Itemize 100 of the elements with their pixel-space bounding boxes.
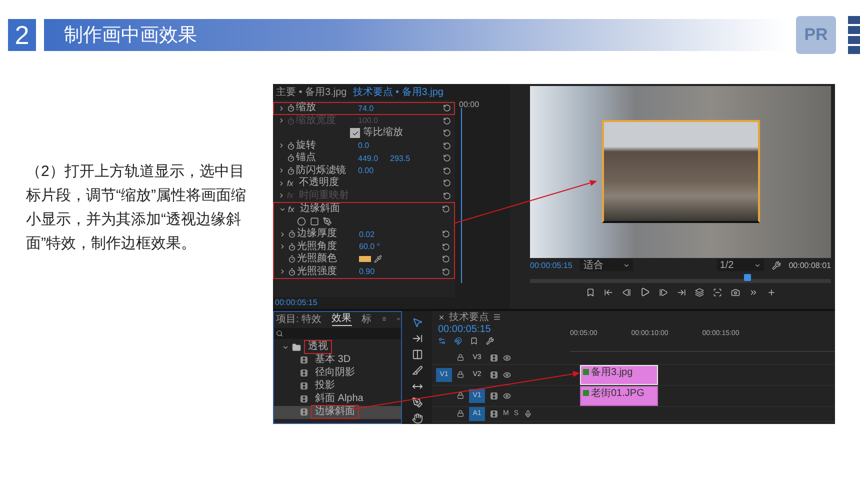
wrench-icon[interactable]: [486, 336, 494, 345]
hand-icon[interactable]: [412, 412, 422, 424]
menu-icon[interactable]: [493, 313, 501, 322]
video-clip[interactable]: 老街01.JPG: [580, 386, 658, 406]
property-value[interactable]: 0.0: [358, 141, 390, 150]
stopwatch-icon[interactable]: [287, 142, 295, 150]
lock-icon[interactable]: [457, 354, 464, 362]
stopwatch-icon[interactable]: [288, 242, 296, 251]
razor-icon[interactable]: [412, 364, 422, 376]
go-to-out-icon[interactable]: [676, 288, 686, 296]
eye-icon[interactable]: [503, 354, 511, 362]
step-forward-icon[interactable]: [658, 288, 668, 296]
zoom-dropdown[interactable]: 适合: [580, 259, 634, 271]
stripe-decoration: [848, 16, 860, 54]
snap-icon[interactable]: [454, 336, 462, 345]
play-icon[interactable]: [640, 287, 650, 297]
go-to-in-icon[interactable]: [604, 288, 612, 296]
lock-icon[interactable]: [457, 371, 464, 378]
stopwatch-icon[interactable]: [287, 154, 295, 162]
property-value[interactable]: 449.0: [358, 154, 390, 163]
ellipse-icon[interactable]: [297, 217, 306, 226]
track-select-icon[interactable]: [412, 332, 422, 344]
panel-tab[interactable]: 效果: [332, 311, 352, 326]
reset-icon[interactable]: [443, 129, 451, 138]
caret-icon[interactable]: [623, 262, 630, 268]
chevron-icon[interactable]: [279, 230, 286, 238]
folder-label[interactable]: 透视: [304, 340, 332, 354]
reset-icon[interactable]: [443, 104, 451, 112]
video-clip[interactable]: 备用3.jpg: [580, 364, 658, 385]
marker-icon[interactable]: [586, 288, 594, 296]
rectangle-icon[interactable]: [310, 217, 319, 226]
pen-icon[interactable]: [412, 396, 422, 408]
stopwatch-icon[interactable]: [287, 104, 295, 112]
close-icon[interactable]: [438, 314, 445, 321]
effect-icon: [300, 408, 308, 416]
stopwatch-icon[interactable]: [288, 268, 296, 276]
effect-icon: [300, 382, 308, 390]
caret-icon[interactable]: [754, 262, 761, 268]
selection-tool-icon[interactable]: [412, 316, 422, 328]
panel-tab[interactable]: 项目: 特效: [276, 312, 322, 326]
effect-label[interactable]: 径向阴影: [311, 366, 359, 380]
eye-icon[interactable]: [503, 370, 511, 379]
stopwatch-icon[interactable]: [288, 255, 296, 264]
panel-tab[interactable]: 技术要点 • 备用3.jpg: [352, 85, 444, 99]
property-value[interactable]: 0.90: [359, 267, 391, 276]
sequence-title[interactable]: 技术要点: [449, 310, 489, 324]
color-swatch[interactable]: [359, 256, 371, 262]
property-value[interactable]: 60.0 °: [359, 242, 391, 252]
effect-label[interactable]: 投影: [311, 379, 339, 394]
search-field[interactable]: [274, 328, 401, 339]
instruction-text: （2）打开上方轨道显示，选中目标片段，调节“缩放”属性将画面缩小显示，并为其添加“透视边缘斜面”特效，制作边框效果。: [26, 162, 247, 254]
reset-icon[interactable]: [443, 166, 451, 175]
microphone-icon[interactable]: [524, 410, 532, 418]
panel-tab[interactable]: 标: [362, 312, 372, 326]
effect-label[interactable]: 基本 3D: [311, 353, 355, 368]
resolution-dropdown[interactable]: 1/2: [716, 259, 764, 271]
reset-icon[interactable]: [443, 154, 451, 162]
chevron-icon[interactable]: [279, 206, 286, 213]
reset-icon[interactable]: [442, 205, 450, 214]
chevron-icon[interactable]: [282, 344, 289, 351]
add-icon[interactable]: [766, 288, 776, 296]
lock-icon[interactable]: [457, 410, 464, 418]
chevron-icon[interactable]: [278, 180, 285, 187]
effect-label[interactable]: 斜面 Alpha: [311, 392, 368, 406]
reset-icon[interactable]: [443, 179, 451, 188]
reset-icon[interactable]: [443, 142, 451, 150]
timecode[interactable]: 00:00:05:15: [438, 324, 570, 335]
reset-icon[interactable]: [442, 230, 450, 238]
more-icon[interactable]: [396, 314, 401, 323]
chevron-icon[interactable]: [278, 142, 285, 150]
panel-tab[interactable]: 主要 • 备用3.jpg: [276, 85, 347, 99]
property-value[interactable]: 0.02: [359, 230, 391, 239]
timecode[interactable]: 00:00:05:15: [530, 260, 572, 270]
marker-icon[interactable]: [470, 336, 478, 345]
pen-icon[interactable]: [323, 217, 332, 226]
chevron-icon[interactable]: [279, 268, 286, 276]
chevron-icon[interactable]: [278, 104, 285, 112]
eyedropper-icon[interactable]: [374, 255, 382, 264]
property-value[interactable]: 293.5: [390, 154, 422, 163]
step-back-icon[interactable]: [622, 288, 630, 296]
playhead[interactable]: [744, 274, 751, 281]
reset-icon[interactable]: [442, 268, 450, 276]
stopwatch-icon[interactable]: [287, 166, 295, 175]
reset-icon[interactable]: [442, 255, 450, 264]
effect-label[interactable]: 边缘斜面: [311, 405, 359, 420]
more-icon[interactable]: [748, 288, 758, 296]
stopwatch-icon[interactable]: [288, 230, 296, 238]
lock-icon[interactable]: [457, 392, 464, 400]
menu-icon[interactable]: [382, 314, 386, 323]
reset-icon[interactable]: [442, 242, 450, 251]
chevron-icon[interactable]: [279, 243, 286, 250]
selected-tree-row[interactable]: 边缘斜面: [274, 406, 401, 419]
checkbox[interactable]: [350, 128, 360, 138]
property-value[interactable]: 74.0: [358, 104, 390, 113]
eye-icon[interactable]: [503, 392, 511, 400]
property-label: 光照角度: [297, 240, 338, 252]
wrench-icon[interactable]: [772, 260, 781, 270]
chevron-icon[interactable]: [278, 167, 285, 174]
property-value[interactable]: 0.00: [358, 166, 390, 176]
camera-icon[interactable]: [730, 288, 740, 296]
